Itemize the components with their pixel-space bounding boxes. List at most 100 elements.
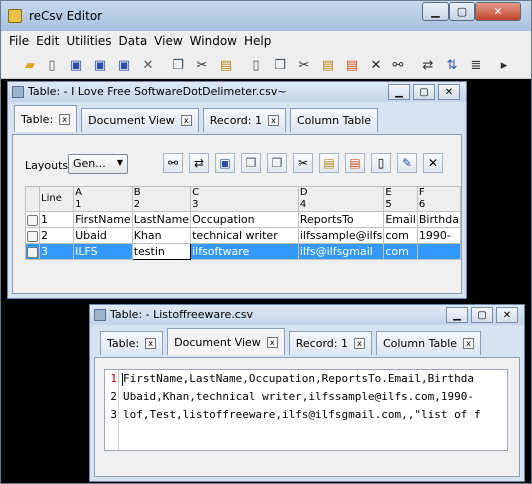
table-row-selected[interactable]: 3 ILFS testin ilfsoftware ilfs@ilfsgmail… [25, 243, 462, 260]
line-text[interactable]: Ubaid,Khan,technical writer,ilfssample@i… [123, 390, 474, 403]
table-cell[interactable]: ilfsoftware [190, 243, 299, 260]
new-file-icon[interactable]: ▯ [43, 56, 61, 74]
table-cell[interactable]: ILFS [73, 243, 133, 260]
find-icon[interactable]: ⚯ [163, 153, 183, 173]
save-icon[interactable]: ▣ [67, 56, 85, 74]
row-checkbox[interactable] [25, 211, 40, 228]
table-cell[interactable]: com [383, 243, 418, 260]
delete-x-icon[interactable]: ✕ [423, 153, 443, 173]
table-cell[interactable]: com [383, 227, 418, 244]
frame-minimize-button[interactable]: ▁ [388, 84, 410, 100]
delete-x-icon[interactable]: ✕ [367, 56, 385, 74]
paste-icon[interactable]: ▤ [217, 56, 235, 74]
table-cell[interactable]: 2 [38, 227, 75, 244]
save-icon[interactable]: ▣ [215, 153, 235, 173]
tab-table[interactable]: Table: x [100, 331, 164, 355]
sort-icon[interactable]: ⇅ [443, 56, 461, 74]
table-cell[interactable]: ilfssample@ilfs [297, 227, 385, 244]
paste-special-icon[interactable]: ▤ [343, 56, 361, 74]
table-cell[interactable]: technical writer [190, 227, 299, 244]
table-cell[interactable]: 1990- [416, 227, 462, 244]
copy-record-icon[interactable]: ❐ [267, 153, 287, 173]
table-row[interactable]: 1 FirstName LastName Occupation ReportsT… [25, 211, 462, 228]
frame-maximize-button[interactable]: ▢ [471, 307, 493, 323]
column-header[interactable]: E5 [383, 186, 418, 212]
tab-table[interactable]: Table: x [14, 105, 78, 132]
edit-icon[interactable]: ✎ [397, 153, 417, 173]
table-cell[interactable] [416, 243, 462, 260]
menu-window[interactable]: Window [190, 34, 237, 48]
menu-view[interactable]: View [154, 34, 182, 48]
tab-column-table[interactable]: Column Table x [375, 331, 482, 355]
line-text[interactable]: FirstName,LastName,Occupation,ReportsTo.… [123, 372, 474, 385]
close-tab-icon[interactable]: x [463, 338, 475, 349]
frame-titlebar[interactable]: Table: - Listoffreeware.csv ▁ ▢ ✕ [90, 305, 524, 325]
menu-data[interactable]: Data [119, 34, 148, 48]
table-cell[interactable]: ilfs@ilfsgmail [297, 243, 385, 260]
tab-document-view[interactable]: Document View x [167, 328, 285, 355]
menu-help[interactable]: Help [244, 34, 271, 48]
close-tab-icon[interactable]: x [353, 338, 365, 349]
cut-icon[interactable]: ✂ [293, 153, 313, 173]
copy2-icon[interactable]: ❐ [271, 56, 289, 74]
line-text[interactable]: lof,Test,listoffreeware,ilfs@ilfsgmail.c… [123, 408, 481, 421]
menu-file[interactable]: File [9, 34, 29, 48]
new-doc-icon[interactable]: ▯ [371, 153, 391, 173]
delete-icon[interactable]: ✕ [139, 56, 157, 74]
column-header[interactable]: F6 [416, 186, 462, 212]
more-icon[interactable]: ▸ [495, 56, 513, 74]
table-cell[interactable]: Khan [131, 227, 192, 244]
window-titlebar[interactable]: reCsv Editor ▁ ▢ ✕ [1, 1, 531, 31]
copy-icon[interactable]: ❐ [241, 153, 261, 173]
column-header[interactable]: D4 [297, 186, 385, 212]
table-cell[interactable]: 3 [38, 243, 75, 260]
frame-titlebar[interactable]: Table: - I Love Free SoftwareDotDelimete… [8, 82, 466, 102]
row-checkbox[interactable] [25, 227, 40, 244]
tab-record[interactable]: Record: 1 x [288, 331, 372, 355]
column-header[interactable]: B2 [131, 186, 192, 212]
menu-edit[interactable]: Edit [36, 34, 59, 48]
tab-document-view[interactable]: Document View x [81, 108, 199, 132]
copy-icon[interactable]: ❐ [169, 56, 187, 74]
column-header[interactable]: C3 [190, 186, 299, 212]
table-cell[interactable]: Ubaid [73, 227, 133, 244]
find-icon[interactable]: ⚯ [389, 56, 407, 74]
tab-column-table[interactable]: Column Table [289, 108, 379, 132]
table-cell[interactable]: Occupation [190, 211, 299, 228]
close-button[interactable]: ✕ [475, 2, 521, 21]
frame-close-button[interactable]: ✕ [496, 307, 518, 323]
cut2-icon[interactable]: ✂ [295, 56, 313, 74]
frame-minimize-button[interactable]: ▁ [446, 307, 468, 323]
table-cell[interactable]: ReportsTo [297, 211, 385, 228]
close-tab-icon[interactable]: x [59, 113, 71, 125]
row-checkbox[interactable] [25, 243, 40, 260]
paste2-icon[interactable]: ▤ [319, 56, 337, 74]
cut-icon[interactable]: ✂ [193, 56, 211, 74]
save-as-icon[interactable]: ▣ [115, 56, 133, 74]
table-cell[interactable]: Birthda [416, 211, 462, 228]
table-cell[interactable]: LastName [131, 211, 192, 228]
tab-record[interactable]: Record: 1 x [202, 108, 286, 132]
frame-close-button[interactable]: ✕ [438, 84, 460, 100]
paste-icon[interactable]: ▤ [319, 153, 339, 173]
close-tab-icon[interactable]: x [267, 115, 279, 126]
table-cell[interactable]: 1 [38, 211, 75, 228]
table-cell[interactable]: FirstName [73, 211, 133, 228]
frame-maximize-button[interactable]: ▢ [413, 84, 435, 100]
new-doc-icon[interactable]: ▯ [247, 56, 265, 74]
transpose-icon[interactable]: ⇄ [419, 56, 437, 74]
list-icon[interactable]: ≣ [467, 56, 485, 74]
table-row[interactable]: 2 Ubaid Khan technical writer ilfssample… [25, 227, 462, 244]
close-tab-icon[interactable]: x [180, 115, 192, 126]
maximize-button[interactable]: ▢ [449, 2, 475, 21]
menu-utilities[interactable]: Utilities [66, 34, 111, 48]
column-header[interactable]: Line [38, 186, 75, 212]
layouts-dropdown[interactable]: Gen... ▼ [68, 154, 128, 174]
open-folder-icon[interactable]: ▰ [21, 56, 39, 74]
paste-special-icon[interactable]: ▤ [345, 153, 365, 173]
table-cell[interactable]: Email [383, 211, 418, 228]
transpose-icon[interactable]: ⇄ [189, 153, 209, 173]
table-cell-editing[interactable]: testin [131, 243, 192, 260]
save-all-icon[interactable]: ▣ [91, 56, 109, 74]
close-tab-icon[interactable]: x [145, 338, 157, 349]
